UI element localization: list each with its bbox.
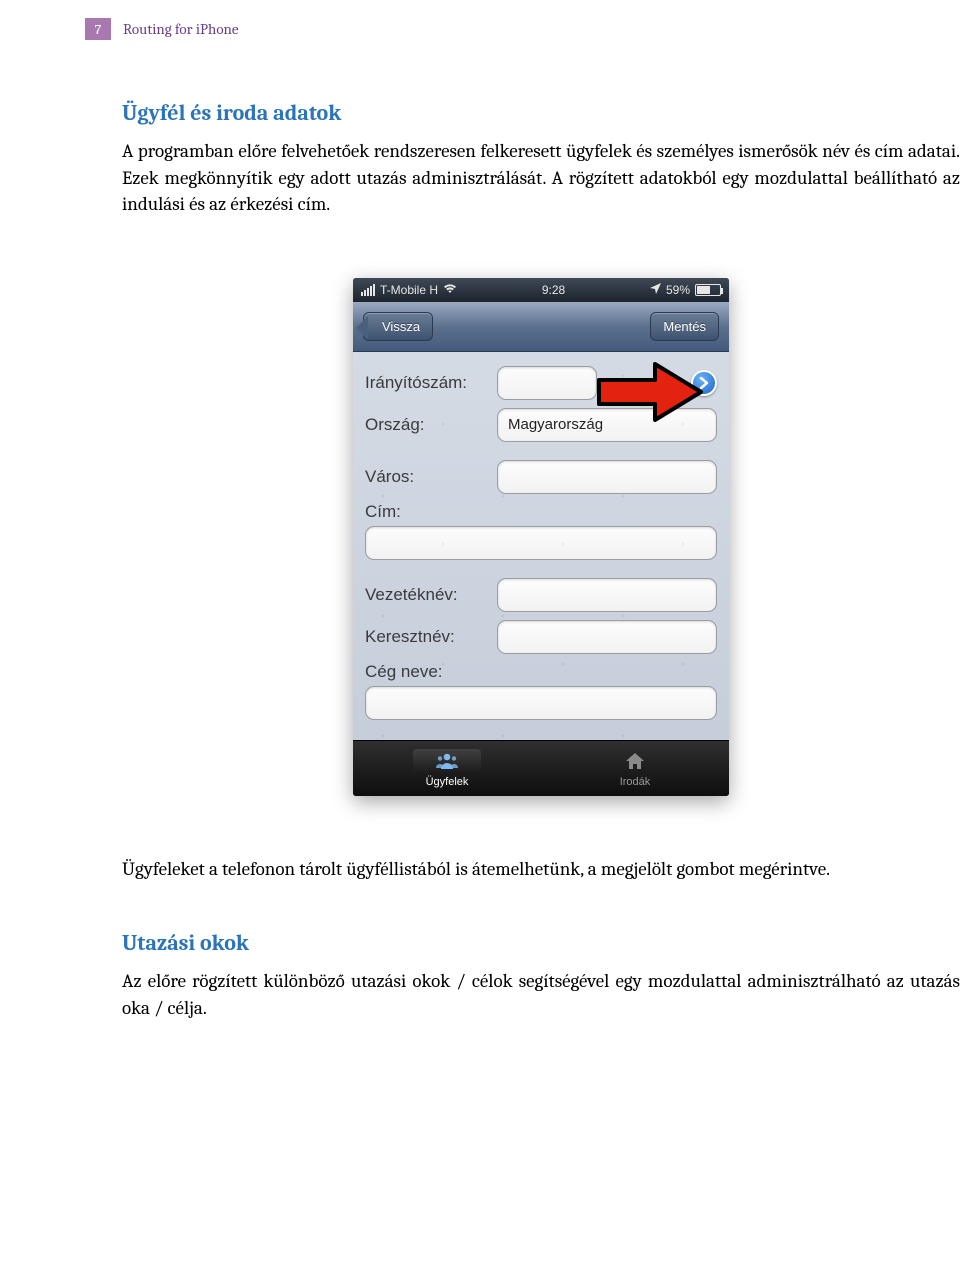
- input-vezeteknev[interactable]: [497, 578, 717, 612]
- form-area: Irányítószám: Ország: Magyarország: [353, 352, 729, 740]
- input-keresztnev[interactable]: [497, 620, 717, 654]
- label-cegneve: Cég neve:: [365, 662, 497, 682]
- row-cim: Cím:: [365, 502, 717, 560]
- section3-paragraph: Az előre rögzített különböző utazási oko…: [122, 968, 960, 1021]
- wifi-icon: [443, 283, 457, 297]
- tab-ugyfelek-label: Ügyfelek: [426, 776, 469, 788]
- signal-bars-icon: [361, 284, 375, 296]
- label-vezeteknev: Vezetéknév:: [365, 585, 497, 605]
- row-orszag: Ország: Magyarország: [365, 408, 717, 442]
- row-varos: Város:: [365, 460, 717, 494]
- screenshot-container: T-Mobile H 9:28 59% Vissza Mentés: [122, 278, 960, 796]
- tab-bar: Ügyfelek Irodák: [353, 740, 729, 796]
- status-left: T-Mobile H: [361, 283, 457, 297]
- back-button[interactable]: Vissza: [363, 312, 433, 341]
- status-bar: T-Mobile H 9:28 59%: [353, 278, 729, 302]
- section3-heading: Utazási okok: [122, 930, 960, 956]
- battery-icon: [695, 284, 721, 296]
- section2-paragraph: Ügyfeleket a telefonon tárolt ügyféllist…: [122, 856, 960, 883]
- label-keresztnev: Keresztnév:: [365, 627, 497, 647]
- doc-title: Routing for iPhone: [123, 20, 239, 38]
- label-orszag: Ország:: [365, 415, 497, 435]
- save-button[interactable]: Mentés: [650, 312, 719, 341]
- status-time: 9:28: [542, 283, 565, 297]
- label-iranyitoszam: Irányítószám:: [365, 373, 497, 393]
- home-icon: [624, 761, 646, 773]
- disclosure-button[interactable]: [691, 370, 717, 396]
- input-orszag[interactable]: Magyarország: [497, 408, 717, 442]
- battery-percent: 59%: [666, 283, 690, 297]
- iphone-screenshot: T-Mobile H 9:28 59% Vissza Mentés: [353, 278, 729, 796]
- row-cegneve: Cég neve:: [365, 662, 717, 720]
- row-iranyitoszam: Irányítószám:: [365, 366, 717, 400]
- status-right: 59%: [650, 283, 721, 297]
- label-varos: Város:: [365, 467, 497, 487]
- location-icon: [650, 283, 661, 297]
- row-keresztnev: Keresztnév:: [365, 620, 717, 654]
- row-vezeteknev: Vezetéknév:: [365, 578, 717, 612]
- tab-ugyfelek[interactable]: Ügyfelek: [353, 741, 541, 796]
- section1-paragraph: A programban előre felvehetőek rendszere…: [122, 138, 960, 218]
- input-cim[interactable]: [365, 526, 717, 560]
- carrier-label: T-Mobile H: [380, 283, 438, 297]
- people-icon: [435, 761, 459, 773]
- page-header: 7 Routing for iPhone: [85, 18, 239, 40]
- document-content: Ügyfél és iroda adatok A programban előr…: [122, 100, 960, 1030]
- input-cegneve[interactable]: [365, 686, 717, 720]
- tab-irodak[interactable]: Irodák: [541, 741, 729, 796]
- input-varos[interactable]: [497, 460, 717, 494]
- input-iranyitoszam[interactable]: [497, 366, 597, 400]
- label-cim: Cím:: [365, 502, 497, 522]
- tab-irodak-label: Irodák: [620, 776, 651, 788]
- section1-heading: Ügyfél és iroda adatok: [122, 100, 960, 126]
- page-number-badge: 7: [85, 18, 111, 40]
- nav-bar: Vissza Mentés: [353, 302, 729, 352]
